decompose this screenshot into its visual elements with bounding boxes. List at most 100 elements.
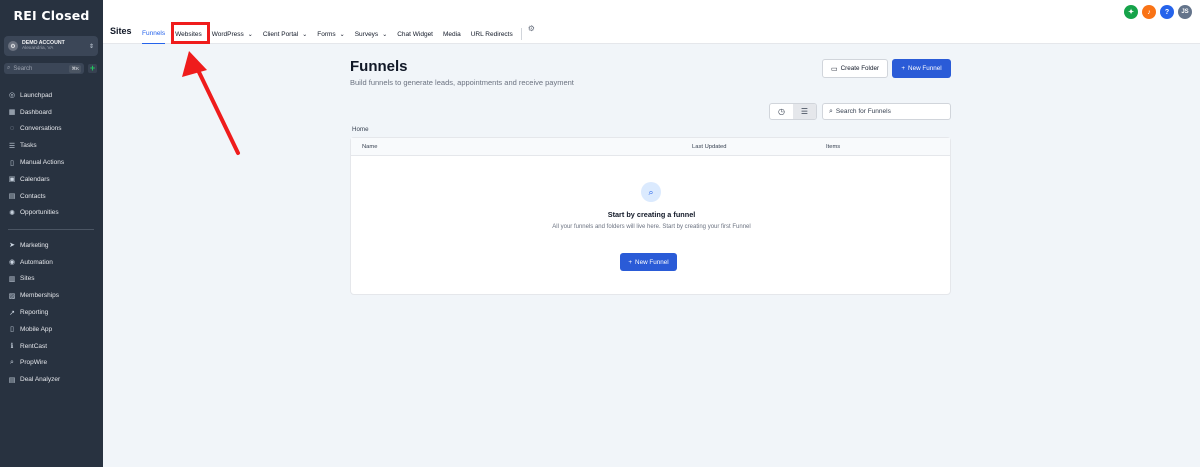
breadcrumb[interactable]: Home: [352, 126, 369, 133]
column-last-updated[interactable]: Last Updated: [692, 144, 726, 150]
table-header: Name Last Updated Items: [351, 138, 950, 156]
calculator-icon: ▤: [8, 376, 16, 384]
sidebar-item-rentcast[interactable]: ℹ RentCast: [0, 338, 103, 355]
account-switcher[interactable]: ⚙ DEMO ACCOUNT Alexandria, VA ⇕: [4, 36, 98, 56]
search-icon: ⌕: [10, 358, 14, 366]
sidebar-item-label: Tasks: [20, 142, 37, 150]
column-items[interactable]: Items: [826, 144, 840, 150]
sidebar-item-dashboard[interactable]: ▦ Dashboard: [0, 104, 103, 121]
chevron-down-icon: ⌄: [302, 31, 308, 38]
funnels-table: Name Last Updated Items ⌕ Start by creat…: [350, 137, 951, 295]
sidebar-item-memberships[interactable]: ▨ Memberships: [0, 287, 103, 304]
sidebar-item-deal-analyzer[interactable]: ▤ Deal Analyzer: [0, 371, 103, 388]
tab-client-portal[interactable]: Client Portal ⌄: [263, 28, 307, 44]
create-folder-label: Create Folder: [840, 65, 880, 72]
tab-chat-widget[interactable]: Chat Widget: [397, 28, 433, 44]
top-icons: ✦ ♪ ? JS: [1124, 5, 1192, 19]
account-location: Alexandria, VA: [22, 45, 54, 51]
tab-funnels[interactable]: Funnels: [142, 28, 166, 44]
tab-divider: [520, 28, 522, 40]
bell-icon[interactable]: ♪: [1142, 5, 1156, 19]
tab-url-redirects[interactable]: URL Redirects: [471, 28, 513, 44]
phone-icon: ▯: [10, 159, 14, 167]
sidebar-item-label: Sites: [20, 275, 35, 283]
sidebar-nav-primary: ◎ Launchpad ▦ Dashboard ◌ Conversations ☰ Tasks…: [0, 87, 103, 221]
sidebar-item-label: Dashboard: [20, 108, 52, 116]
sidebar-item-manual-actions[interactable]: ▯ Manual Actions: [0, 154, 103, 171]
sidebar-item-label: Memberships: [20, 292, 60, 300]
plus-icon: +: [901, 65, 906, 72]
sites-icon: ▥: [8, 275, 16, 283]
sidebar-item-label: RentCast: [20, 342, 48, 350]
tab-label: Media: [443, 30, 461, 38]
search-funnels-placeholder: Search for Funnels: [835, 108, 891, 115]
tab-surveys[interactable]: Surveys ⌄: [355, 28, 388, 44]
tab-wordpress[interactable]: WordPress ⌄: [212, 28, 253, 44]
sidebar-item-automation[interactable]: ◉ Automation: [0, 254, 103, 271]
chevron-updown-icon: ⇕: [88, 43, 94, 50]
opportunities-icon: ✺: [9, 209, 15, 217]
tab-label: Chat Widget: [397, 30, 433, 38]
empty-new-funnel-button[interactable]: + New Funnel: [620, 253, 677, 271]
sidebar-item-calendars[interactable]: ▣ Calendars: [0, 171, 103, 188]
app-logo: REI Closed: [13, 8, 90, 23]
tab-label: WordPress: [211, 30, 244, 38]
sidebar-search-placeholder: Search: [13, 65, 33, 72]
chevron-down-icon: ⌄: [247, 31, 253, 38]
sidebar-item-label: Contacts: [20, 192, 46, 200]
tab-label: Client Portal: [262, 30, 299, 38]
send-icon: ➤: [9, 242, 15, 250]
empty-state-title: Start by creating a funnel: [607, 210, 696, 219]
megaphone-icon[interactable]: ✦: [1124, 5, 1138, 19]
empty-search-icon: ⌕: [641, 182, 661, 202]
avatar[interactable]: JS: [1178, 5, 1192, 19]
rocket-icon: ◎: [8, 92, 16, 100]
sidebar-item-conversations[interactable]: ◌ Conversations: [0, 121, 103, 138]
sidebar-item-label: Opportunities: [20, 209, 59, 217]
tab-label: URL Redirects: [470, 30, 513, 38]
plus-icon: +: [628, 258, 633, 266]
account-name: DEMO ACCOUNT: [22, 39, 65, 46]
automation-icon: ◉: [8, 259, 16, 267]
sidebar-item-label: Manual Actions: [20, 159, 65, 167]
tab-media[interactable]: Media: [443, 28, 461, 44]
new-funnel-button[interactable]: + New Funnel: [892, 59, 951, 78]
list-view-icon[interactable]: ☰: [793, 104, 816, 119]
chevron-down-icon: ⌄: [339, 31, 345, 38]
sidebar-item-label: Reporting: [20, 309, 49, 317]
clock-icon[interactable]: ◷: [770, 104, 793, 119]
sidebar-item-sites[interactable]: ▥ Sites: [0, 271, 103, 288]
annotation-highlight-box: [171, 22, 210, 44]
new-funnel-label: New Funnel: [908, 65, 942, 72]
page-subtitle: Build funnels to generate leads, appoint…: [350, 78, 574, 87]
tab-forms[interactable]: Forms ⌄: [317, 28, 344, 44]
help-icon[interactable]: ?: [1160, 5, 1174, 19]
sidebar-nav-secondary: ➤ Marketing ◉ Automation ▥ Sites ▨ Memberships ↗…: [0, 237, 103, 388]
empty-state-text: All your funnels and folders will live h…: [552, 224, 751, 230]
sidebar-item-label: Deal Analyzer: [20, 376, 61, 384]
sidebar-item-propwire[interactable]: ⌕ PropWire: [0, 355, 103, 372]
sidebar-item-mobile-app[interactable]: ▯ Mobile App: [0, 321, 103, 338]
search-funnels-input[interactable]: ⌕ Search for Funnels: [822, 103, 951, 120]
account-icon: ⚙: [8, 41, 18, 51]
sidebar-item-marketing[interactable]: ➤ Marketing: [0, 237, 103, 254]
column-name[interactable]: Name: [362, 144, 377, 150]
gear-icon[interactable]: ⚙: [528, 24, 535, 44]
sidebar-item-contacts[interactable]: ▤ Contacts: [0, 188, 103, 205]
sidebar-item-label: Launchpad: [20, 91, 53, 99]
contact-icon: ▤: [8, 193, 16, 201]
sidebar: REI Closed ⚙ DEMO ACCOUNT Alexandria, VA…: [0, 0, 103, 467]
sidebar-item-label: Marketing: [20, 241, 49, 249]
sidebar-item-tasks[interactable]: ☰ Tasks: [0, 137, 103, 154]
info-icon: ℹ: [10, 343, 14, 351]
create-folder-button[interactable]: ▭ Create Folder: [822, 59, 888, 78]
sidebar-item-reporting[interactable]: ↗ Reporting: [0, 304, 103, 321]
sidebar-item-label: Conversations: [20, 125, 62, 133]
search-icon: ⌕: [829, 107, 833, 115]
list-icon: ☰: [8, 142, 16, 150]
sidebar-item-launchpad[interactable]: ◎ Launchpad: [0, 87, 103, 104]
page-section-title: Sites: [110, 26, 132, 36]
quick-add-button[interactable]: +: [88, 64, 97, 73]
sidebar-item-opportunities[interactable]: ✺ Opportunities: [0, 205, 103, 222]
sidebar-search[interactable]: ⌕ Search ⌘K: [4, 63, 84, 74]
